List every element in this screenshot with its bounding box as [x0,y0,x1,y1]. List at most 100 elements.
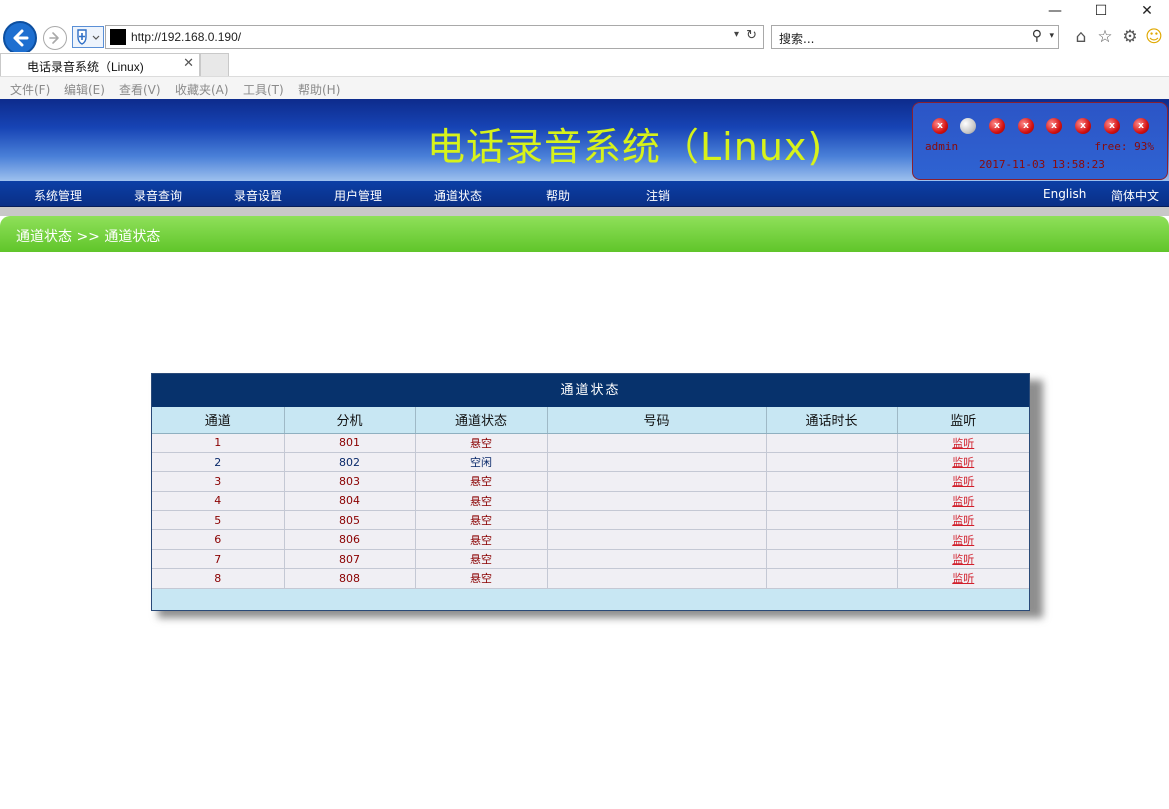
table-row: 7 807 悬空 监听 [152,549,1029,570]
address-bar[interactable]: http://192.168.0.190/ ▾ ↻ [105,25,764,49]
listen-link[interactable]: 监听 [952,553,974,566]
cell-duration [766,510,898,531]
cell-status: 悬空 [415,471,548,492]
cell-status: 悬空 [415,433,548,453]
channel-8-indicator-icon: x [1133,118,1149,134]
tab-active[interactable]: 电话录音系统（Linux) ✕ [0,53,200,76]
listen-link[interactable]: 监听 [952,437,974,450]
cell-duration [766,452,898,473]
cell-extension: 803 [284,471,416,492]
cell-status: 悬空 [415,491,548,512]
table-row: 1 801 悬空 监听 [152,433,1029,453]
search-box[interactable]: 搜索... ⚲ ▾ [771,25,1059,49]
channel-6-indicator-icon: x [1075,118,1091,134]
cell-number [547,510,767,531]
back-arrow-icon [13,29,29,47]
cell-channel: 6 [152,529,285,550]
channel-status-table-panel: 通道状态 通道 分机 通道状态 号码 通话时长 监听 1 801 悬空 监听 2… [151,373,1030,611]
cell-listen: 监听 [897,452,1029,473]
lang-chinese-link[interactable]: 简体中文 [1111,187,1159,204]
back-button[interactable] [3,21,37,55]
tab-close-icon[interactable]: ✕ [183,56,194,71]
cell-channel: 5 [152,510,285,531]
cell-number [547,568,767,589]
channel-7-indicator-icon: x [1104,118,1120,134]
url-text[interactable]: http://192.168.0.190/ [131,30,241,44]
cell-extension: 802 [284,452,416,473]
channel-1-indicator-icon: x [932,118,948,134]
menu-file[interactable]: 文件(F) [10,81,50,98]
security-shield-button[interactable] [72,26,104,48]
disk-free: free: 93% [1094,140,1154,153]
listen-link[interactable]: 监听 [952,572,974,585]
table-row: 6 806 悬空 监听 [152,529,1029,550]
table-title: 通道状态 [152,374,1029,407]
listen-link[interactable]: 监听 [952,534,974,547]
breadcrumb: 通道状态 >> 通道状态 [0,216,1169,252]
breadcrumb-text: 通道状态 >> 通道状态 [16,229,161,245]
menu-tools[interactable]: 工具(T) [243,81,284,98]
cell-listen: 监听 [897,433,1029,453]
cell-number [547,433,767,453]
cell-duration [766,491,898,512]
cell-status: 悬空 [415,529,548,550]
listen-link[interactable]: 监听 [952,514,974,527]
home-icon[interactable]: ⌂ [1071,27,1091,47]
cell-channel: 2 [152,452,285,473]
url-dropdown-icon[interactable]: ▾ [734,29,739,40]
cell-duration [766,568,898,589]
menu-help[interactable]: 帮助(H) [298,81,340,98]
nav-recording-query[interactable]: 录音查询 [134,187,182,204]
site-favicon-icon [110,29,126,45]
address-toolbar: http://192.168.0.190/ ▾ ↻ 搜索... ⚲ ▾ ⌂ ☆ … [0,18,1169,55]
column-header-duration: 通话时长 [766,407,898,434]
nav-user-management[interactable]: 用户管理 [334,187,382,204]
listen-link[interactable]: 监听 [952,475,974,488]
listen-link[interactable]: 监听 [952,456,974,469]
refresh-icon[interactable]: ↻ [746,28,757,43]
table-row: 8 808 悬空 监听 [152,568,1029,589]
cell-channel: 3 [152,471,285,492]
table-row: 3 803 悬空 监听 [152,471,1029,492]
cell-channel: 1 [152,433,285,453]
cell-duration [766,529,898,550]
browser-menubar: 文件(F) 编辑(E) 查看(V) 收藏夹(A) 工具(T) 帮助(H) [0,76,1169,99]
cell-channel: 4 [152,491,285,512]
cell-status: 悬空 [415,510,548,531]
nav-channel-status[interactable]: 通道状态 [434,187,482,204]
menu-edit[interactable]: 编辑(E) [64,81,105,98]
nav-logout[interactable]: 注销 [646,187,670,204]
column-header-listen: 监听 [897,407,1029,434]
cell-duration [766,471,898,492]
cell-status: 悬空 [415,549,548,570]
favorites-star-icon[interactable]: ☆ [1095,27,1115,47]
settings-gear-icon[interactable]: ⚙ [1120,27,1140,47]
cell-extension: 806 [284,529,416,550]
table-row: 5 805 悬空 监听 [152,510,1029,531]
cell-listen: 监听 [897,491,1029,512]
tab-strip: 电话录音系统（Linux) ✕ [0,52,1169,76]
search-icon[interactable]: ⚲ [1032,28,1042,44]
shield-icon [77,29,100,45]
menu-favorites[interactable]: 收藏夹(A) [175,81,229,98]
cell-listen: 监听 [897,549,1029,570]
search-input[interactable]: 搜索... [779,30,814,47]
column-header-channel: 通道 [152,407,285,434]
cell-extension: 807 [284,549,416,570]
new-tab-button[interactable] [200,53,229,76]
channel-4-indicator-icon: x [1018,118,1034,134]
feedback-smiley-icon[interactable]: ☺ [1144,27,1164,47]
cell-duration [766,433,898,453]
cell-listen: 监听 [897,471,1029,492]
menu-view[interactable]: 查看(V) [119,81,161,98]
nav-help[interactable]: 帮助 [546,187,570,204]
search-dropdown-icon[interactable]: ▾ [1049,31,1054,41]
nav-separator [0,207,1169,216]
listen-link[interactable]: 监听 [952,495,974,508]
forward-button[interactable] [43,26,67,50]
nav-system-management[interactable]: 系统管理 [34,187,82,204]
column-header-extension: 分机 [284,407,416,434]
nav-recording-settings[interactable]: 录音设置 [234,187,282,204]
cell-status: 悬空 [415,568,548,589]
lang-english-link[interactable]: English [1043,187,1086,201]
